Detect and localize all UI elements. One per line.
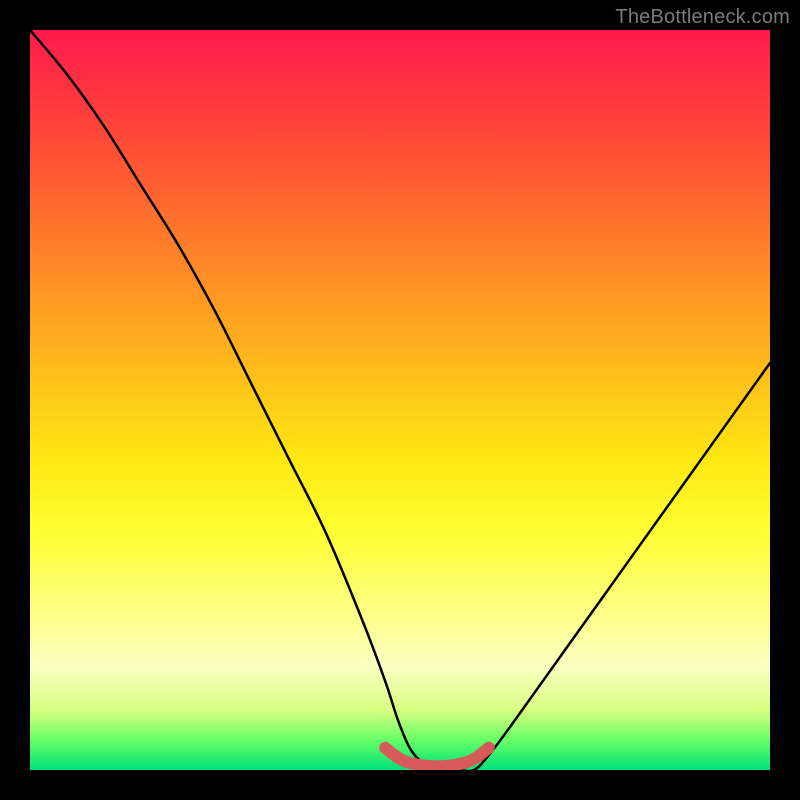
- bottleneck-curve: [30, 30, 770, 770]
- plot-area: [30, 30, 770, 770]
- chart-overlay: [30, 30, 770, 770]
- valley-marker: [385, 748, 489, 767]
- watermark-text: TheBottleneck.com: [615, 6, 790, 29]
- chart-frame: TheBottleneck.com: [0, 0, 800, 800]
